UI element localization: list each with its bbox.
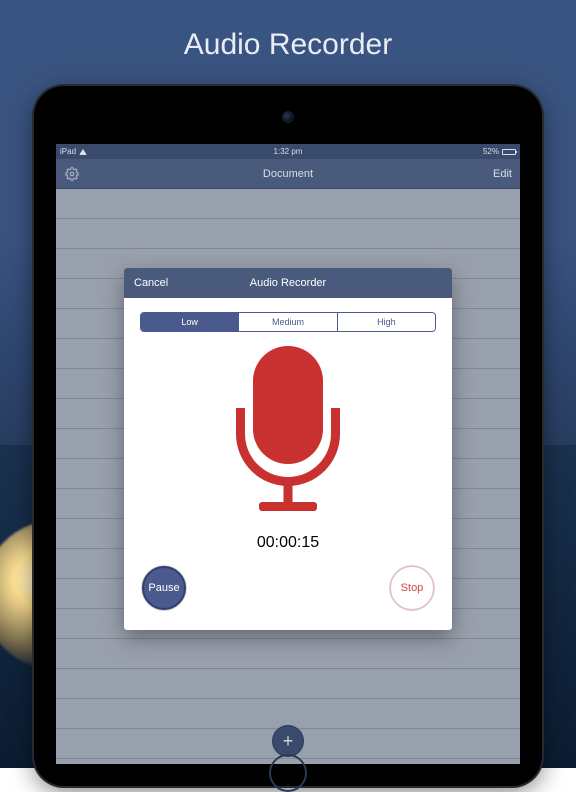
status-time: 1:32 pm [56,147,520,156]
camera-icon [283,112,293,122]
navbar-title: Document [56,168,520,180]
battery-icon [502,149,516,155]
add-button[interactable]: + [273,726,303,756]
modal-body: Low Medium High 00:00:15 Pause Stop [124,298,452,630]
settings-button[interactable] [64,166,80,182]
home-button[interactable] [269,754,307,792]
ipad-frame: iPad 1:32 pm 52% Document Edit + [34,86,542,786]
audio-recorder-modal: Cancel Audio Recorder Low Medium High [124,268,452,630]
status-bar: iPad 1:32 pm 52% [56,144,520,159]
microphone-icon [223,346,353,516]
quality-option-high[interactable]: High [338,313,435,331]
recording-timer: 00:00:15 [140,534,436,552]
gear-icon [65,167,79,181]
cancel-button[interactable]: Cancel [134,277,168,289]
modal-header: Cancel Audio Recorder [124,268,452,298]
page-title: Audio Recorder [0,28,576,62]
recorder-controls: Pause Stop [140,566,436,610]
edit-button[interactable]: Edit [493,168,512,180]
quality-option-low[interactable]: Low [141,313,239,331]
pause-button[interactable]: Pause [142,566,186,610]
plus-icon: + [283,732,294,750]
quality-segmented-control[interactable]: Low Medium High [140,312,436,332]
microphone-graphic [140,346,436,516]
stop-button[interactable]: Stop [390,566,434,610]
app-navbar: Document Edit [56,159,520,189]
modal-title: Audio Recorder [124,277,452,289]
quality-option-medium[interactable]: Medium [239,313,337,331]
device-screen: iPad 1:32 pm 52% Document Edit + [56,144,520,764]
